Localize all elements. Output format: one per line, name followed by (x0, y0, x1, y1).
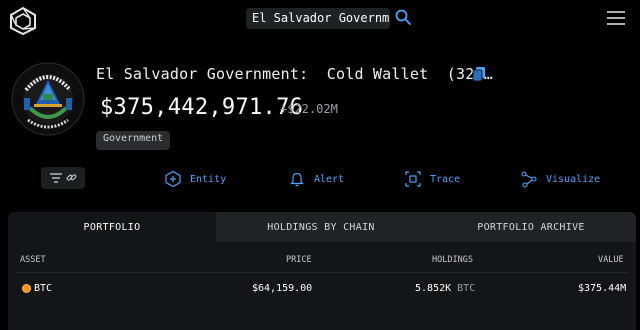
column-asset[interactable]: ASSET (20, 255, 46, 265)
trace-action-label: Trace (430, 173, 461, 185)
table-row[interactable]: BTC $64,159.00 5.852K BTC $375.44M (16, 280, 628, 300)
bitcoin-icon (22, 284, 31, 293)
visualize-action-label: Visualize (546, 173, 601, 185)
trace-action[interactable]: Trace (404, 170, 460, 188)
link-icon (66, 174, 77, 181)
trace-icon (405, 171, 421, 187)
visualize-action[interactable]: Visualize (520, 170, 600, 188)
entity-title: El Salvador Government: Cold Wallet (32i… (96, 65, 493, 83)
holdings-cell: 5.852K BTC (415, 283, 475, 294)
column-value[interactable]: VALUE (598, 255, 624, 265)
alert-action-label: Alert (314, 173, 345, 185)
holdings-unit: BTC (457, 283, 476, 294)
entity-icon (165, 170, 181, 188)
holdings-amount: 5.852K (415, 283, 452, 294)
table-divider (16, 272, 628, 273)
alert-action[interactable]: Alert (288, 170, 344, 188)
el-salvador-seal-icon (11, 62, 85, 136)
bell-icon (290, 172, 304, 187)
tab-holdings-by-chain[interactable]: HOLDINGS BY CHAIN (216, 212, 426, 242)
tab-portfolio-archive[interactable]: PORTFOLIO ARCHIVE (426, 212, 636, 242)
visualize-icon (521, 171, 537, 188)
portfolio-tabs: PORTFOLIO HOLDINGS BY CHAIN PORTFOLIO AR… (8, 212, 636, 242)
tab-portfolio[interactable]: PORTFOLIO (8, 212, 216, 242)
top-bar: El Salvador Government (0, 0, 640, 40)
filter-link-button[interactable] (41, 167, 85, 189)
portfolio-value: $375,442,971.76 (100, 95, 304, 120)
entity-action-label: Entity (190, 173, 227, 185)
copy-icon[interactable] (472, 66, 486, 82)
asset-cell[interactable]: BTC (34, 283, 52, 294)
value-change: +$22.02M (280, 102, 338, 116)
search-input[interactable]: El Salvador Government (246, 8, 390, 29)
hamburger-menu-icon[interactable] (606, 10, 626, 26)
column-holdings[interactable]: HOLDINGS (432, 255, 473, 265)
arkham-logo-icon[interactable] (8, 6, 38, 36)
table-header: ASSET PRICE HOLDINGS VALUE (16, 251, 628, 271)
entity-tag[interactable]: Government (96, 131, 171, 150)
value-cell: $375.44M (578, 283, 627, 294)
price-cell: $64,159.00 (252, 283, 313, 294)
entity-action[interactable]: Entity (164, 170, 226, 188)
column-price[interactable]: PRICE (286, 255, 312, 265)
filter-icon (50, 173, 62, 183)
search-icon[interactable] (394, 8, 412, 26)
